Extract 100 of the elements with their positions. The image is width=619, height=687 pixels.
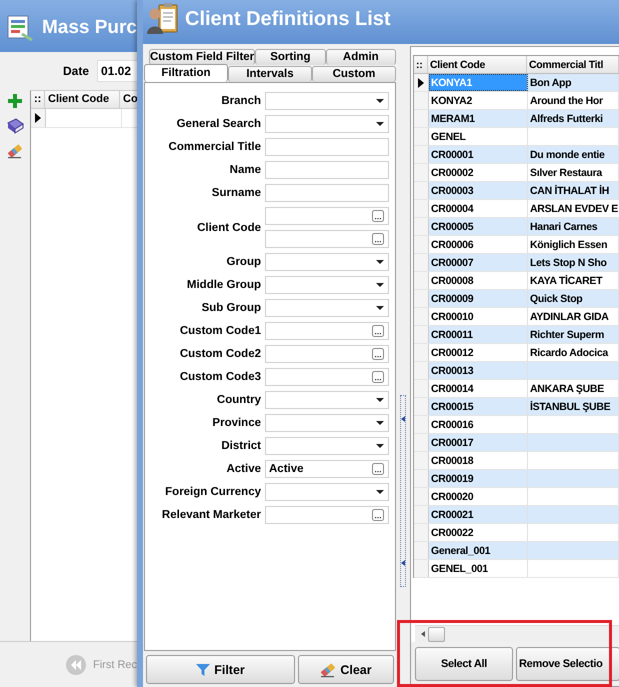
- column-header[interactable]: ::: [414, 56, 428, 73]
- clear-button[interactable]: Clear: [298, 655, 394, 684]
- ellipsis-icon[interactable]: [372, 371, 384, 383]
- table-cell[interactable]: [528, 470, 619, 487]
- table-cell[interactable]: CAN İTHALAT İH: [528, 182, 619, 199]
- table-cell[interactable]: CR00022: [429, 524, 528, 541]
- dropdown-field[interactable]: [265, 115, 389, 133]
- column-header[interactable]: Client Code: [428, 56, 527, 73]
- lookup-field[interactable]: [265, 345, 389, 363]
- table-cell[interactable]: Around the Hor: [528, 92, 619, 109]
- table-cell[interactable]: Du monde entie: [528, 146, 619, 163]
- table-cell[interactable]: General_001: [429, 542, 528, 559]
- table-cell[interactable]: CR00018: [429, 452, 528, 469]
- ellipsis-icon[interactable]: [372, 233, 384, 245]
- lookup-field[interactable]: [265, 322, 389, 340]
- table-cell[interactable]: [528, 542, 619, 559]
- column-header[interactable]: Commercial Titl: [527, 56, 619, 73]
- table-cell[interactable]: Sılver Restaura: [528, 164, 619, 181]
- table-cell[interactable]: CR00014: [429, 380, 528, 397]
- table-cell[interactable]: CR00003: [429, 182, 528, 199]
- date-field[interactable]: 01.02: [97, 60, 137, 82]
- remove-selection-button[interactable]: Remove Selectio: [516, 647, 619, 681]
- table-cell[interactable]: Bon App: [528, 74, 619, 91]
- dropdown-field[interactable]: [265, 414, 389, 432]
- tab[interactable]: Custom Field Filter: [149, 49, 256, 65]
- table-cell[interactable]: CR00013: [429, 362, 528, 379]
- select-all-button[interactable]: Select All: [415, 647, 513, 681]
- table-cell[interactable]: Lets Stop N Sho: [528, 254, 619, 271]
- table-cell[interactable]: Königlich Essen: [528, 236, 619, 253]
- scrollbar[interactable]: [415, 625, 619, 642]
- table-cell[interactable]: Ricardo Adocica: [528, 344, 619, 361]
- dropdown-field[interactable]: [265, 253, 389, 271]
- table-cell[interactable]: [528, 434, 619, 451]
- table-cell[interactable]: CR00011: [429, 326, 528, 343]
- table-cell[interactable]: GENEL: [429, 128, 528, 145]
- input-field[interactable]: [265, 138, 389, 156]
- person-clipboard-icon: [145, 2, 179, 36]
- table-cell[interactable]: CR00021: [429, 506, 528, 523]
- table-cell[interactable]: İSTANBUL ŞUBE: [528, 398, 619, 415]
- input-field[interactable]: [265, 184, 389, 202]
- table-cell[interactable]: CR00006: [429, 236, 528, 253]
- dropdown-field[interactable]: [265, 437, 389, 455]
- table-cell[interactable]: KONYA2: [429, 92, 528, 109]
- table-cell[interactable]: CR00004: [429, 200, 528, 217]
- lookup-field[interactable]: Active: [265, 460, 389, 478]
- table-cell[interactable]: CR00010: [429, 308, 528, 325]
- table-cell[interactable]: GENEL_001: [429, 560, 528, 577]
- table-cell[interactable]: AYDINLAR GIDA: [528, 308, 619, 325]
- dropdown-field[interactable]: [265, 483, 389, 501]
- table-cell[interactable]: [528, 362, 619, 379]
- table-cell[interactable]: CR00007: [429, 254, 528, 271]
- lookup-field[interactable]: [265, 230, 389, 248]
- tab[interactable]: Intervals: [228, 66, 312, 82]
- tab[interactable]: Custom: [312, 66, 396, 82]
- lookup-field[interactable]: [265, 506, 389, 524]
- tab[interactable]: Admin: [326, 49, 396, 65]
- lookup-field[interactable]: [265, 368, 389, 386]
- ellipsis-icon[interactable]: [372, 348, 384, 360]
- column-header[interactable]: Client Code: [45, 91, 120, 108]
- table-cell[interactable]: CR00002: [429, 164, 528, 181]
- table-cell[interactable]: CR00019: [429, 470, 528, 487]
- dropdown-field[interactable]: [265, 276, 389, 294]
- tab[interactable]: Filtration: [144, 64, 228, 82]
- splitter-handle[interactable]: [400, 395, 406, 587]
- ellipsis-icon[interactable]: [372, 210, 384, 222]
- column-header[interactable]: ::: [31, 91, 45, 108]
- row-header[interactable]: [414, 74, 429, 91]
- table-cell[interactable]: CR00017: [429, 434, 528, 451]
- table-cell[interactable]: CR00005: [429, 218, 528, 235]
- dropdown-field[interactable]: [265, 92, 389, 110]
- table-cell[interactable]: CR00012: [429, 344, 528, 361]
- filter-button[interactable]: Filter: [146, 655, 295, 684]
- add-icon[interactable]: [7, 93, 23, 109]
- scrollbar-thumb[interactable]: [428, 626, 445, 642]
- table-cell[interactable]: Hanari Carnes: [528, 218, 619, 235]
- table-cell[interactable]: CR00015: [429, 398, 528, 415]
- table-cell[interactable]: [528, 506, 619, 523]
- table-cell[interactable]: CR00009: [429, 290, 528, 307]
- table-cell[interactable]: CR00008: [429, 272, 528, 289]
- ellipsis-icon[interactable]: [372, 509, 384, 521]
- left-arrow-icon[interactable]: [421, 631, 425, 637]
- table-cell[interactable]: Alfreds Futterki: [528, 110, 619, 127]
- table-cell[interactable]: MERAM1: [429, 110, 528, 127]
- table-cell[interactable]: CR00020: [429, 488, 528, 505]
- table-cell[interactable]: KAYA TİCARET: [528, 272, 619, 289]
- table-cell[interactable]: CR00001: [429, 146, 528, 163]
- table-cell[interactable]: ANKARA ŞUBE: [528, 380, 619, 397]
- table-cell[interactable]: ARSLAN EVDEV E: [528, 200, 619, 217]
- ellipsis-icon[interactable]: [372, 325, 384, 337]
- input-field[interactable]: [265, 161, 389, 179]
- dropdown-field[interactable]: [265, 391, 389, 409]
- table-cell[interactable]: Quick Stop: [528, 290, 619, 307]
- field-label: Date: [62, 64, 89, 78]
- lookup-field[interactable]: [265, 207, 389, 225]
- ellipsis-icon[interactable]: [372, 463, 384, 475]
- book-icon[interactable]: [6, 118, 24, 134]
- table-cell[interactable]: Richter Superm: [528, 326, 619, 343]
- tab[interactable]: Sorting: [255, 49, 326, 65]
- table-cell[interactable]: CR00016: [429, 416, 528, 433]
- dropdown-field[interactable]: [265, 299, 389, 317]
